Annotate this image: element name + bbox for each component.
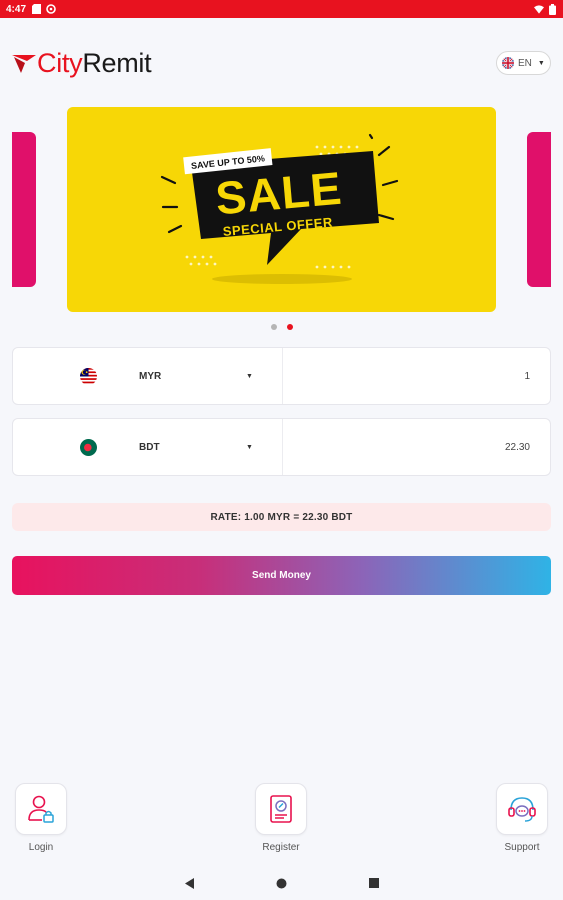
receive-amount-field[interactable]: 22.30 (283, 419, 550, 475)
wifi-icon (534, 4, 544, 14)
send-money-button[interactable]: Send Money (12, 556, 551, 595)
register-label: Register (262, 842, 300, 853)
sale-banner[interactable]: SAVE UP TO 50% SALE SPECIAL OFFER (67, 107, 496, 312)
logo-city-text: City (37, 47, 83, 78)
sale-banner-art: SAVE UP TO 50% SALE SPECIAL OFFER (160, 133, 399, 284)
recents-icon[interactable] (364, 873, 384, 893)
login-label: Login (28, 842, 54, 853)
back-icon[interactable] (180, 873, 200, 893)
support-headset-icon (508, 797, 536, 822)
carousel-dot-2[interactable] (286, 324, 293, 330)
register-document-icon (270, 795, 292, 823)
receive-currency-code: BDT (139, 441, 160, 453)
chevron-down-icon: ▼ (246, 372, 253, 380)
sd-card-icon (31, 4, 41, 14)
malaysia-flag-icon (80, 368, 97, 385)
carousel-prev-card[interactable] (12, 132, 36, 287)
carousel-next-card[interactable] (527, 132, 551, 287)
logo-remit-text: Remit (82, 47, 152, 78)
chevron-down-icon: ▼ (246, 443, 253, 451)
send-currency-row: MYR ▼ 1 (12, 347, 551, 405)
receive-currency-select[interactable]: BDT ▼ (13, 419, 283, 475)
logo-mark-icon (12, 55, 36, 73)
uk-flag-icon (502, 57, 514, 69)
language-selector[interactable]: EN ▼ (496, 51, 551, 75)
carousel-dot-1[interactable] (270, 324, 277, 330)
exchange-rate-text: RATE: 1.00 MYR = 22.30 BDT (12, 503, 551, 531)
user-lock-icon (28, 795, 54, 823)
support-label: Support (504, 842, 540, 853)
register-action[interactable]: Register (251, 783, 311, 853)
support-action[interactable]: Support (492, 783, 552, 853)
cityremit-logo: CityRemit (12, 46, 152, 80)
receive-currency-row: BDT ▼ 22.30 (12, 418, 551, 476)
send-currency-select[interactable]: MYR ▼ (13, 348, 283, 404)
home-icon[interactable] (272, 873, 292, 893)
status-bar: 4:47 (0, 0, 563, 18)
status-time: 4:47 (6, 3, 27, 15)
login-action[interactable]: Login (11, 783, 71, 853)
send-amount-input[interactable]: 1 (283, 348, 550, 404)
chevron-down-icon: ▼ (537, 59, 545, 67)
battery-icon (547, 3, 557, 15)
language-label: EN (518, 57, 532, 69)
send-currency-code: MYR (139, 370, 162, 382)
promo-carousel[interactable]: SAVE UP TO 50% SALE SPECIAL OFFER (0, 107, 563, 312)
carousel-pagination (0, 324, 563, 330)
system-nav-bar (0, 866, 563, 900)
bangladesh-flag-icon (80, 439, 97, 456)
sync-icon (46, 4, 56, 14)
